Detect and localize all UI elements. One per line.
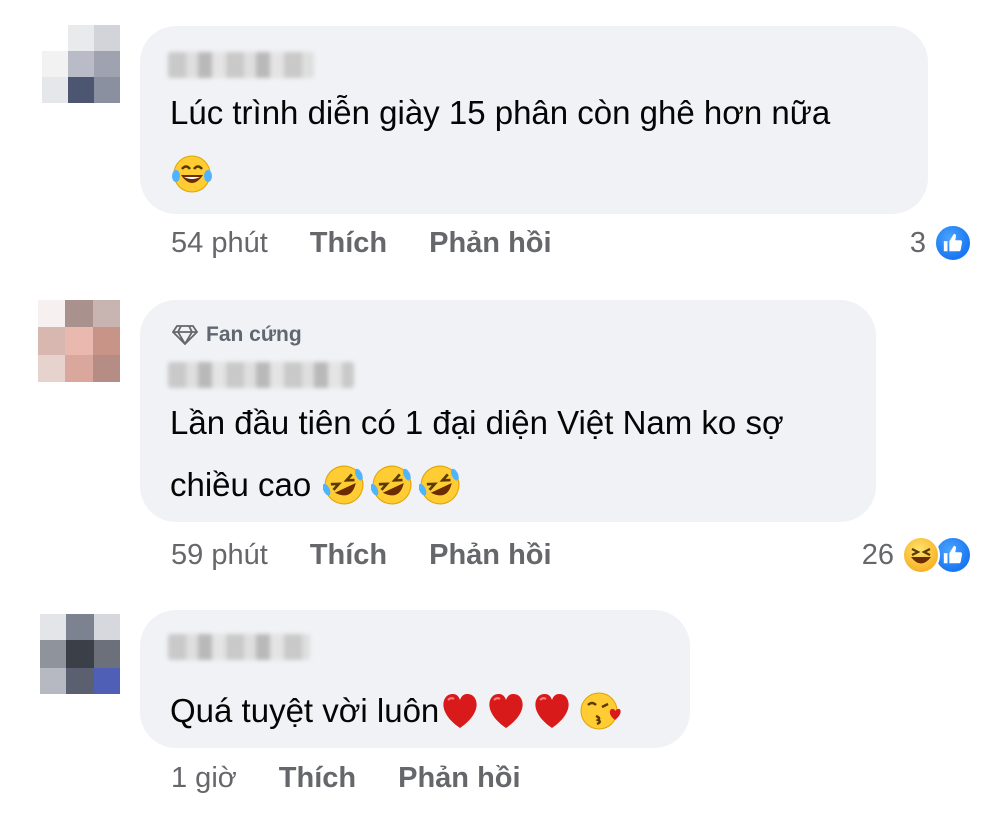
diamond-icon [172,325,198,345]
fan-badge-label: Fan cứng [206,323,302,346]
reply-button[interactable]: Phản hồi [429,227,551,260]
reply-button[interactable]: Phản hồi [429,539,551,572]
comment-text-line: Quá tuyệt vời luôn [170,680,623,742]
author-name-redacted[interactable] [168,52,314,78]
author-name-redacted[interactable] [168,362,354,388]
comment-bubble: Quá tuyệt vời luôn [140,610,690,748]
comment-text: Quá tuyệt vời luôn [170,692,440,729]
comment-meta: 59 phút Thích Phản hồi [171,539,552,572]
comment-text-line-2: chiều cao [170,454,461,516]
avatar[interactable] [38,300,120,382]
comment-time[interactable]: 54 phút [171,227,268,260]
emoji-red-heart [535,693,569,728]
avatar[interactable] [40,614,120,694]
reaction-count: 3 [909,226,926,259]
comment-time[interactable]: 59 phút [171,539,268,572]
emoji-laughing-tears [172,154,212,194]
reaction-summary[interactable]: 3 [910,224,972,262]
comment-meta: 1 giờ Thích Phản hồi [171,762,521,795]
fan-badge[interactable]: Fan cứng [172,322,302,348]
comment-meta: 54 phút Thích Phản hồi [171,227,552,260]
reply-button[interactable]: Phản hồi [398,762,520,795]
emoji-red-heart [489,693,523,728]
like-button[interactable]: Thích [310,539,387,572]
emoji-rofl [419,465,460,505]
reaction-summary[interactable]: 26 [862,536,972,574]
comment-text: Lúc trình diễn giày 15 phân còn ghê hơn … [170,94,831,131]
author-name-redacted[interactable] [168,634,310,660]
avatar[interactable] [42,25,120,103]
haha-reaction-icon [902,536,940,574]
emoji-rofl [371,465,412,505]
comment-time[interactable]: 1 giờ [171,762,237,795]
like-button[interactable]: Thích [279,762,356,795]
comment-bubble: Lúc trình diễn giày 15 phân còn ghê hơn … [140,26,928,214]
emoji-rofl [323,465,364,505]
comment-text-line-1: Lần đầu tiên có 1 đại diện Việt Nam ko s… [170,404,784,441]
emoji-red-heart [443,693,477,728]
reaction-count: 26 [861,538,894,571]
like-button[interactable]: Thích [310,227,387,260]
emoji-kissing-heart [580,692,621,730]
like-reaction-icon [934,224,972,262]
comment-bubble: Fan cứng Lần đầu tiên có 1 đại diện Việt… [140,300,876,522]
